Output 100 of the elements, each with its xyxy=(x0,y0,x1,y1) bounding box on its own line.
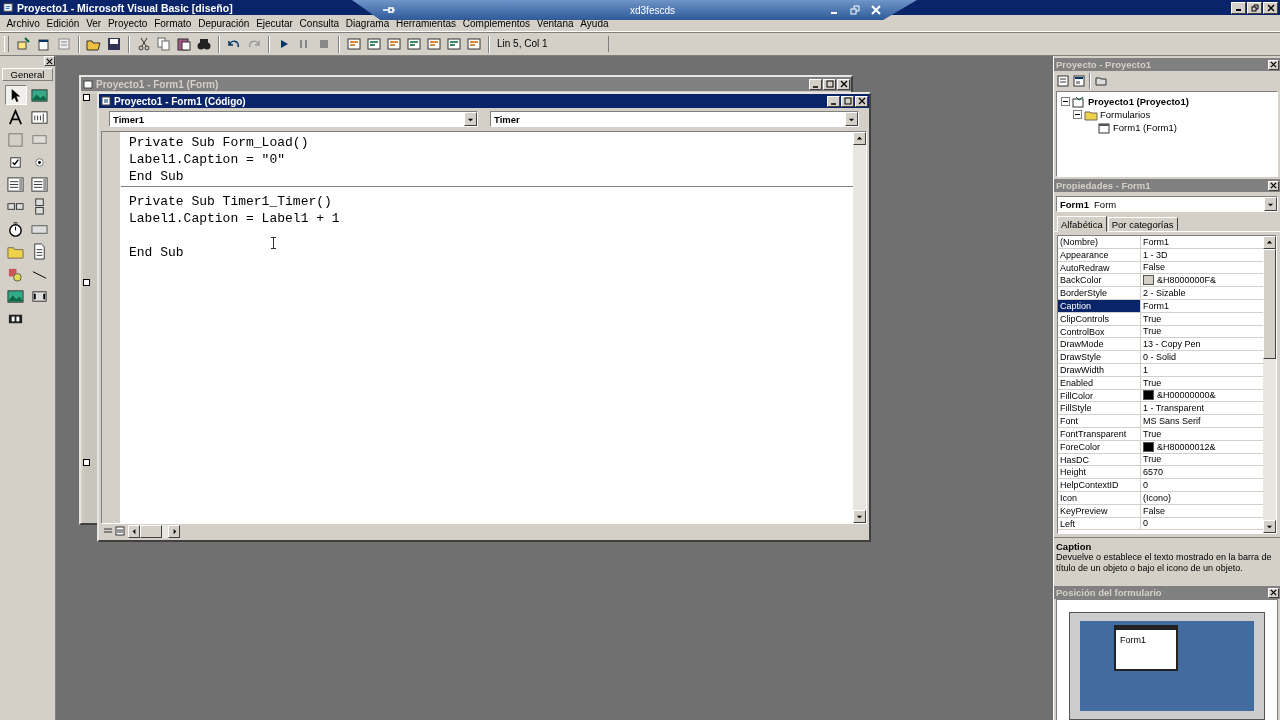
property-value[interactable]: &H8000000F& xyxy=(1157,275,1217,286)
vertical-scrollbar[interactable] xyxy=(1263,236,1276,533)
property-value[interactable]: True xyxy=(1143,428,1162,439)
property-name[interactable]: BorderStyle xyxy=(1058,287,1141,299)
close-button[interactable] xyxy=(44,56,55,66)
menu-item[interactable]: Ejecutar xyxy=(252,17,297,29)
property-value[interactable]: 0 xyxy=(1143,480,1148,491)
property-value[interactable]: False xyxy=(1143,262,1165,273)
procedure-view-icon[interactable] xyxy=(103,526,113,536)
property-value[interactable]: Form1 xyxy=(1143,300,1169,311)
add-project-icon[interactable] xyxy=(16,36,32,52)
menu-item[interactable]: Ver xyxy=(82,17,105,29)
property-name[interactable]: DrawWidth xyxy=(1058,363,1141,376)
property-name[interactable]: Font xyxy=(1058,415,1141,427)
horizontal-scrollbar[interactable] xyxy=(128,524,180,538)
procedure-dropdown[interactable]: Timer xyxy=(490,111,859,127)
minimize-button[interactable] xyxy=(1231,1,1246,14)
close-button[interactable] xyxy=(1268,180,1279,191)
copy-icon[interactable] xyxy=(156,36,172,52)
property-name[interactable]: DrawStyle xyxy=(1058,351,1141,363)
property-value[interactable]: True xyxy=(1143,454,1162,465)
menu-item[interactable]: Depuración xyxy=(194,17,253,29)
maximize-button[interactable] xyxy=(841,95,854,107)
property-value[interactable]: MS Sans Serif xyxy=(1143,416,1201,427)
property-name[interactable]: BackColor xyxy=(1058,274,1141,287)
property-value[interactable]: True xyxy=(1143,326,1162,337)
property-value[interactable]: Form1 xyxy=(1143,236,1169,247)
add-form-icon[interactable] xyxy=(36,36,52,52)
tree-item[interactable]: Form1 (Form1) xyxy=(1113,122,1177,133)
collapse-toggle-icon[interactable] xyxy=(1061,97,1070,106)
toolbox-tab[interactable]: General xyxy=(2,68,53,81)
paste-icon[interactable] xyxy=(176,36,192,52)
object-dropdown[interactable]: Timer1 xyxy=(109,111,478,127)
menu-item[interactable]: Proyecto xyxy=(104,17,151,29)
save-icon[interactable] xyxy=(106,36,122,52)
find-icon[interactable] xyxy=(196,36,212,52)
view-object-icon[interactable] xyxy=(1073,75,1085,87)
toolbox-tool[interactable] xyxy=(4,85,27,105)
property-name[interactable]: Height xyxy=(1058,466,1141,479)
tab[interactable]: Alfabética xyxy=(1057,216,1107,232)
close-button[interactable] xyxy=(1268,587,1279,598)
form-preview[interactable]: Form1 xyxy=(1114,625,1178,671)
menu-item[interactable]: Edición xyxy=(43,17,83,29)
property-value[interactable]: 6570 xyxy=(1143,467,1164,478)
object-dropdown[interactable]: Form1 Form xyxy=(1056,196,1278,212)
close-button[interactable] xyxy=(1263,1,1278,14)
vertical-scrollbar[interactable] xyxy=(853,132,866,523)
property-name[interactable]: AutoRedraw xyxy=(1058,261,1141,274)
property-value[interactable]: (Icono) xyxy=(1143,492,1171,503)
restore-icon[interactable] xyxy=(850,5,860,15)
property-name[interactable]: DrawMode xyxy=(1058,338,1141,351)
property-value[interactable]: False xyxy=(1143,505,1165,516)
code-editor[interactable]: Private Sub Form_Load() Label1.Caption = "0" End Sub Private Sub Timer1_Timer() Label1.Caption = Label1 + 1 End Sub xyxy=(121,132,853,523)
property-name[interactable]: (Nombre) xyxy=(1058,236,1141,248)
property-name[interactable]: FontTransparent xyxy=(1058,427,1141,440)
property-name[interactable]: KeyPreview xyxy=(1058,504,1141,517)
property-value[interactable]: True xyxy=(1143,313,1162,324)
menu-item[interactable]: Diagrama xyxy=(342,17,393,29)
property-value[interactable]: &H00000000& xyxy=(1157,390,1216,401)
minimize-button[interactable] xyxy=(827,95,840,107)
menu-item[interactable]: Ayuda xyxy=(576,17,612,29)
property-value[interactable]: 0 xyxy=(1143,518,1148,529)
view-code-icon[interactable] xyxy=(1057,75,1069,87)
cut-icon[interactable] xyxy=(136,36,152,52)
collapse-toggle-icon[interactable] xyxy=(1073,110,1082,119)
menu-item[interactable]: Archivo xyxy=(3,17,44,29)
property-value[interactable]: 2 - Sizable xyxy=(1143,288,1186,299)
tree-item[interactable]: Proyecto1 (Proyecto1) xyxy=(1088,96,1189,107)
property-name[interactable]: Left xyxy=(1058,517,1141,530)
close-button[interactable] xyxy=(855,95,868,107)
property-name[interactable]: Enabled xyxy=(1058,376,1141,389)
property-name[interactable]: ClipControls xyxy=(1058,312,1141,325)
property-name[interactable]: FillColor xyxy=(1058,389,1141,402)
property-name[interactable]: ControlBox xyxy=(1058,325,1141,338)
property-name[interactable]: FillStyle xyxy=(1058,402,1141,415)
property-name[interactable]: Appearance xyxy=(1058,248,1141,261)
module-view-icon[interactable] xyxy=(115,526,125,536)
property-name[interactable]: HelpContextID xyxy=(1058,479,1141,491)
property-value[interactable]: 0 - Solid xyxy=(1143,352,1177,363)
property-value[interactable]: &H80000012& xyxy=(1157,441,1216,452)
pin-icon[interactable] xyxy=(382,5,396,15)
property-value[interactable]: 13 - Copy Pen xyxy=(1143,339,1201,350)
property-value[interactable]: 1 xyxy=(1143,364,1148,375)
property-value[interactable]: 1 - Transparent xyxy=(1143,403,1205,414)
property-name[interactable]: Icon xyxy=(1058,491,1141,504)
menu-item[interactable]: Consulta xyxy=(296,17,343,29)
close-icon[interactable] xyxy=(871,5,881,15)
folder-icon[interactable] xyxy=(1095,75,1107,87)
tab[interactable]: Por categorías xyxy=(1107,217,1178,231)
close-button[interactable] xyxy=(1268,59,1279,70)
toolbox-tool[interactable] xyxy=(28,174,51,195)
toolbox-tool[interactable] xyxy=(4,174,27,195)
menu-item[interactable]: Ventana xyxy=(533,17,577,29)
menu-item[interactable]: Herramientas xyxy=(392,17,460,29)
property-value[interactable]: 1 - 3D xyxy=(1143,249,1168,260)
restore-button[interactable] xyxy=(1247,1,1262,14)
property-name[interactable]: ForeColor xyxy=(1058,440,1141,453)
tree-item[interactable]: Formularios xyxy=(1100,109,1151,120)
property-value[interactable]: True xyxy=(1143,377,1162,388)
property-name[interactable]: HasDC xyxy=(1058,453,1141,466)
